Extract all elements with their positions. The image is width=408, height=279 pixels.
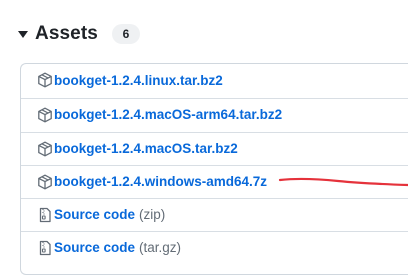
asset-link-linux[interactable]: bookget-1.2.4.linux.tar.bz2 — [54, 73, 223, 88]
asset-link-macos[interactable]: bookget-1.2.4.macOS.tar.bz2 — [54, 141, 238, 156]
file-zip-icon — [37, 207, 53, 223]
package-icon — [37, 107, 53, 123]
asset-link-windows-amd64[interactable]: bookget-1.2.4.windows-amd64.7z — [54, 174, 267, 189]
package-icon — [37, 72, 53, 88]
source-code-targz-link[interactable]: Source code — [54, 240, 135, 255]
caret-down-icon — [18, 31, 28, 38]
asset-list: bookget-1.2.4.linux.tar.bz2 bookget-1.2.… — [20, 63, 408, 275]
source-code-zip-link[interactable]: Source code — [54, 207, 135, 222]
asset-row: bookget-1.2.4.windows-amd64.7z — [21, 165, 408, 197]
asset-link-macos-arm64[interactable]: bookget-1.2.4.macOS-arm64.tar.bz2 — [54, 107, 282, 122]
assets-panel: Assets 6 bookget-1.2.4.linux.tar.bz2 boo… — [0, 0, 408, 279]
source-code-targz-format: (tar.gz) — [139, 240, 182, 255]
asset-row: Source code (zip) — [21, 198, 408, 230]
package-icon — [37, 141, 53, 157]
assets-count-badge: 6 — [111, 24, 140, 44]
assets-title: Assets — [35, 23, 98, 44]
asset-row: bookget-1.2.4.macOS.tar.bz2 — [21, 132, 408, 164]
asset-row: bookget-1.2.4.macOS-arm64.tar.bz2 — [21, 98, 408, 130]
package-icon — [37, 174, 53, 190]
asset-row: Source code (tar.gz) — [21, 231, 408, 263]
source-code-zip-format: (zip) — [139, 207, 166, 222]
assets-toggle[interactable]: Assets 6 — [18, 20, 140, 48]
file-zip-icon — [37, 240, 53, 256]
asset-row: bookget-1.2.4.linux.tar.bz2 — [21, 64, 408, 96]
